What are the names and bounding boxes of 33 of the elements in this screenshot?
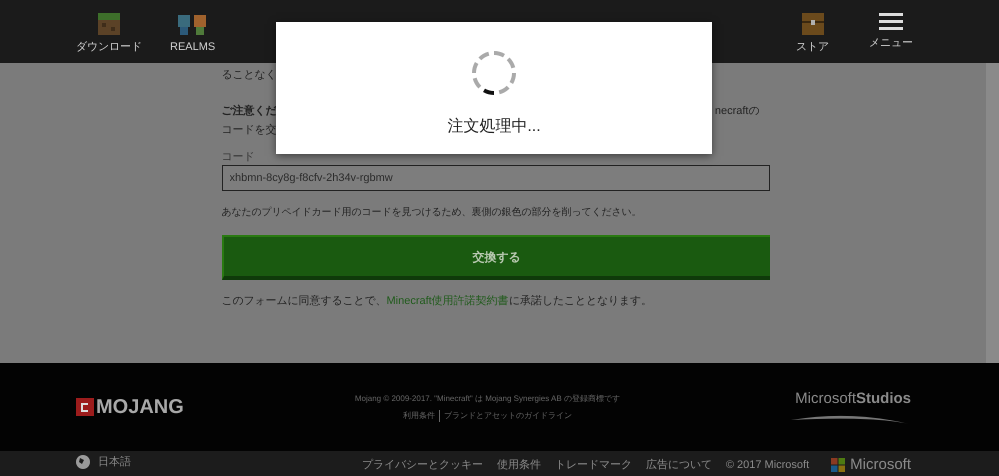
microsoft-studios-logo: MicrosoftStudios — [791, 388, 911, 426]
grass-block-icon — [98, 12, 120, 34]
code-field[interactable]: xhbmn-8cy8g-f8cfv-2h34v-rgbmw — [222, 165, 770, 191]
intro-text: ることなく — [222, 68, 276, 83]
code-label: コード — [222, 150, 256, 164]
chest-icon — [802, 12, 824, 34]
agreement-text: このフォームに同意することで、Minecraft使用許諾契約書に承諾したこととなります。 — [222, 294, 653, 309]
footer-link[interactable]: トレードマーク — [554, 457, 632, 474]
processing-message: 注文処理中... — [447, 116, 541, 137]
footer-link[interactable]: プライバシーとクッキー — [362, 457, 483, 474]
menu-icon — [879, 12, 903, 30]
notice-heading: ご注意くだ — [222, 104, 276, 118]
globe-icon — [76, 455, 90, 470]
footer-link[interactable]: ブランドとアセットのガイドライン — [444, 410, 572, 422]
footer-link[interactable]: 広告について — [646, 457, 712, 474]
hint-text: あなたのプリペイドカード用のコードを見つけるため、裏側の銀色の部分を削ってください。 — [222, 206, 642, 220]
footer-link[interactable]: 利用条件 — [402, 410, 435, 422]
mojang-logo: MOJANG — [76, 392, 184, 422]
nav-item[interactable]: ダウンロード — [68, 12, 150, 55]
notice-text: コードを交 — [222, 122, 276, 138]
footer-link[interactable]: 使用条件 — [496, 457, 541, 474]
nav-item[interactable]: メニュー — [861, 12, 921, 55]
copyright-text: © 2017 Microsoft — [726, 458, 810, 473]
loading-spinner-icon — [470, 49, 518, 97]
nav-item[interactable]: REALMS — [162, 12, 224, 55]
redeem-button[interactable]: 交換する — [222, 235, 770, 280]
language-selector[interactable]: 日本語 — [76, 454, 131, 470]
copyright-text: Mojang © 2009-2017. "Minecraft" は Mojang Synergies AB の登録商標です — [354, 392, 620, 404]
nav-item[interactable]: ストア — [788, 12, 837, 55]
microsoft-logo: Microsoft — [831, 454, 911, 476]
mojang-mark-icon — [76, 398, 94, 416]
notice-text: necraftの — [714, 104, 760, 118]
scrollbar[interactable] — [986, 63, 999, 363]
